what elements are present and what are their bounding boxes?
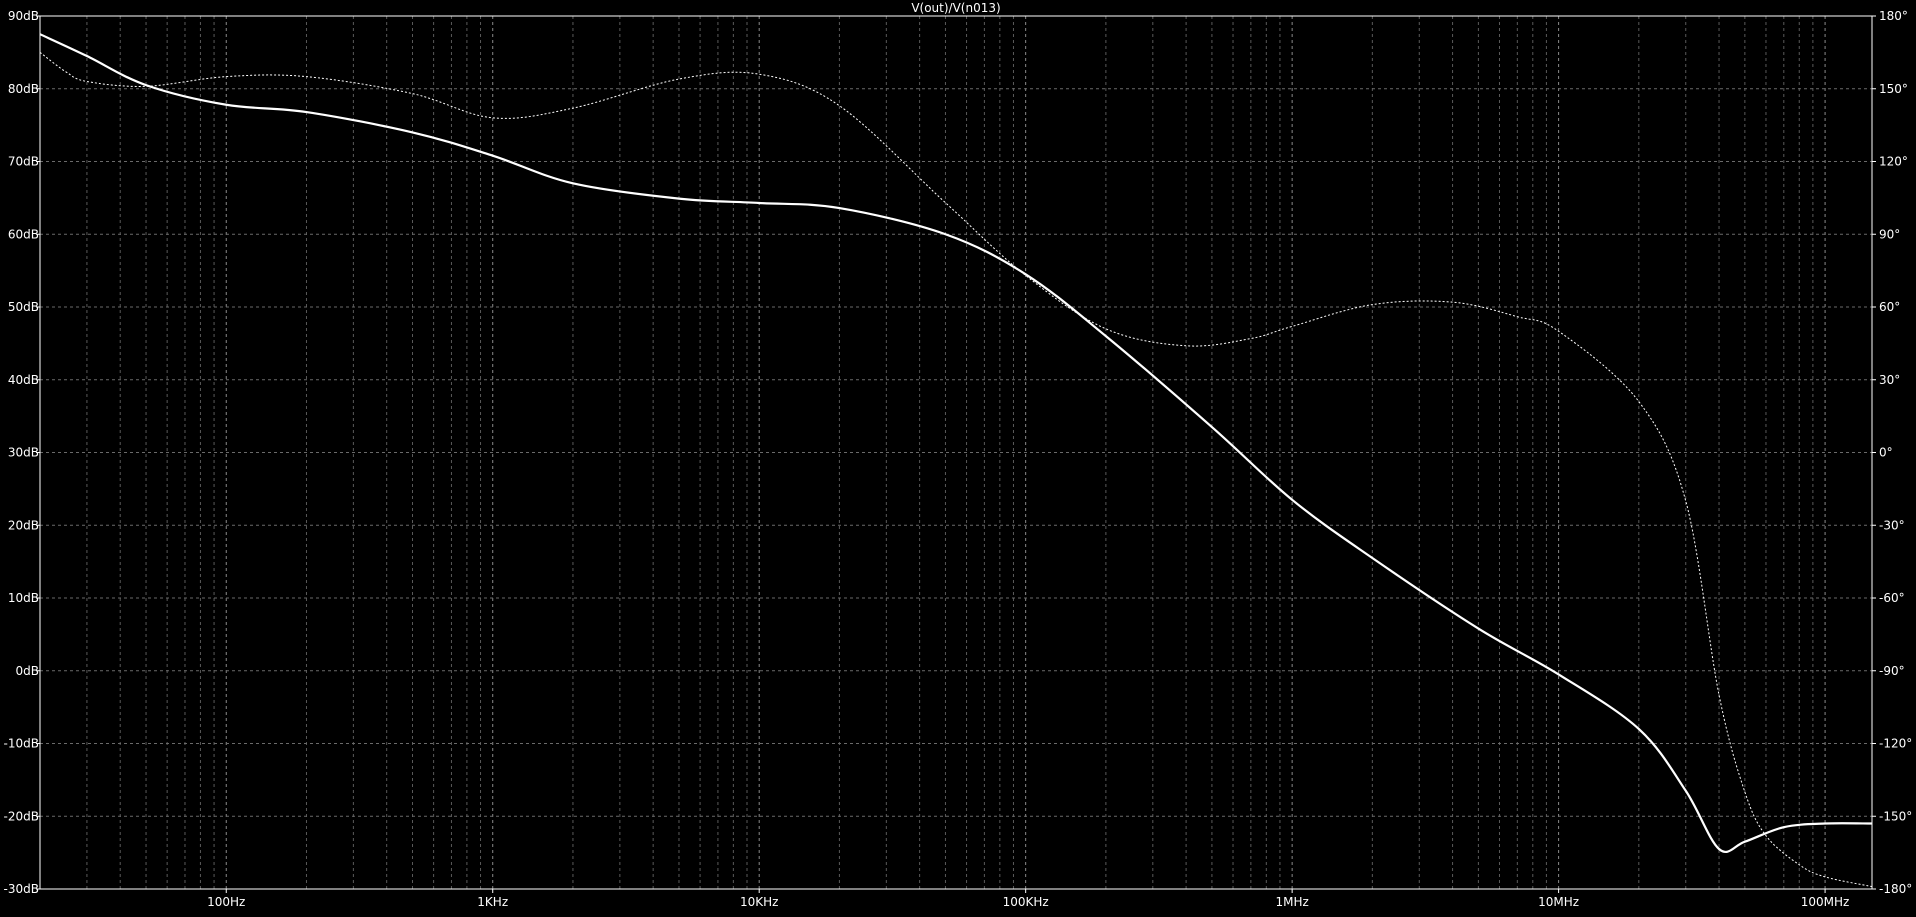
y-left-tick-label: 40dB xyxy=(8,373,39,387)
y-left-tick-label: 80dB xyxy=(8,82,39,96)
y-right-tick-label: -120° xyxy=(1879,737,1912,751)
y-right-tick-label: 150° xyxy=(1879,82,1908,96)
y-right-tick-label: 120° xyxy=(1879,155,1908,169)
y-right-tick-label: 0° xyxy=(1879,446,1893,460)
y-left-tick-label: 70dB xyxy=(8,155,39,169)
y-right-tick-label: 180° xyxy=(1879,9,1908,23)
y-right-tick-label: -180° xyxy=(1879,882,1912,896)
y-right-tick-label: 30° xyxy=(1879,373,1900,387)
y-right-tick-label: -150° xyxy=(1879,809,1912,823)
x-tick-label: 1KHz xyxy=(477,895,508,909)
x-tick-label: 100KHz xyxy=(1003,895,1049,909)
y-left-tick-label: -20dB xyxy=(4,809,39,823)
y-left-tick-label: 50dB xyxy=(8,300,39,314)
y-right-tick-label: 90° xyxy=(1879,227,1900,241)
y-right-tick-label: -30° xyxy=(1879,518,1905,532)
y-left-tick-label: 30dB xyxy=(8,446,39,460)
y-right-tick-label: -90° xyxy=(1879,664,1905,678)
x-tick-label: 10KHz xyxy=(740,895,778,909)
y-left-tick-label: 10dB xyxy=(8,591,39,605)
y-left-tick-label: 60dB xyxy=(8,227,39,241)
chart-title: V(out)/V(n013) xyxy=(911,1,1000,15)
y-right-tick-label: -60° xyxy=(1879,591,1905,605)
x-tick-label: 10MHz xyxy=(1538,895,1579,909)
x-tick-label: 100Hz xyxy=(207,895,245,909)
y-left-tick-label: -30dB xyxy=(4,882,39,896)
plot-background xyxy=(0,0,1916,917)
x-tick-label: 100MHz xyxy=(1801,895,1850,909)
y-left-tick-label: 20dB xyxy=(8,518,39,532)
y-right-tick-label: 60° xyxy=(1879,300,1900,314)
y-left-tick-label: 90dB xyxy=(8,9,39,23)
bode-plot: V(out)/V(n013) 100Hz 1KHz 10KHz 100KHz 1MHz 1… xyxy=(0,0,1916,917)
x-tick-label: 1MHz xyxy=(1275,895,1308,909)
y-left-tick-label: 0dB xyxy=(16,664,39,678)
y-left-tick-label: -10dB xyxy=(4,737,39,751)
